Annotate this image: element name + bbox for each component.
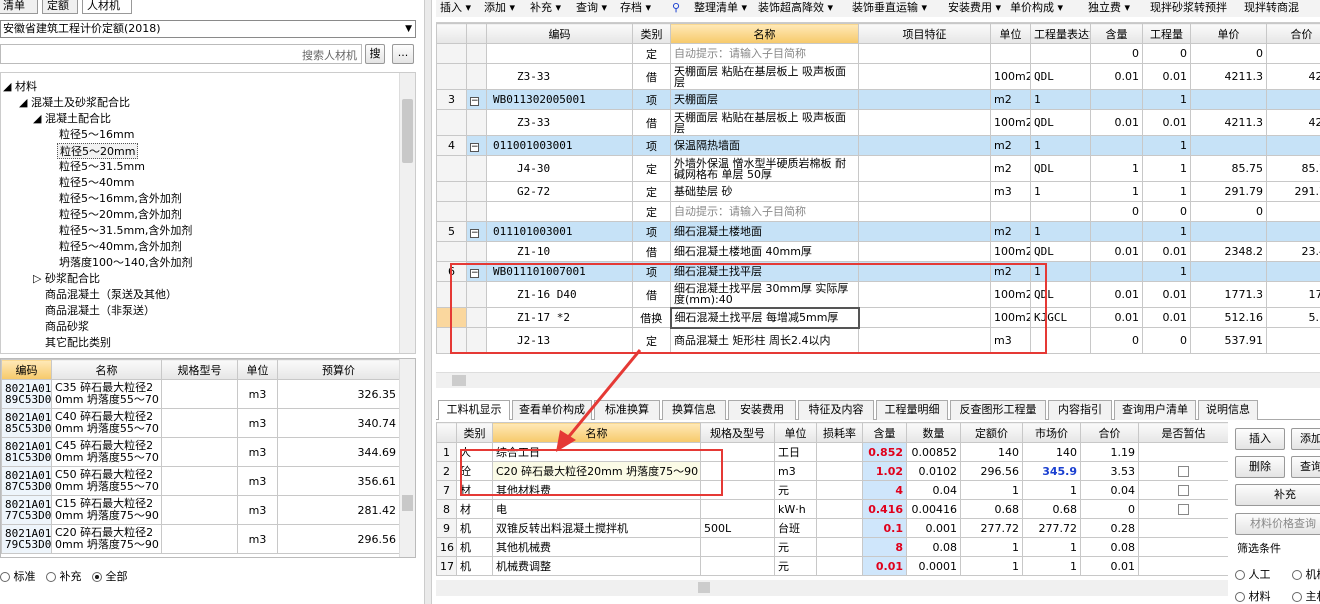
arrow-line bbox=[564, 349, 642, 441]
arrow-annotation bbox=[556, 349, 642, 452]
